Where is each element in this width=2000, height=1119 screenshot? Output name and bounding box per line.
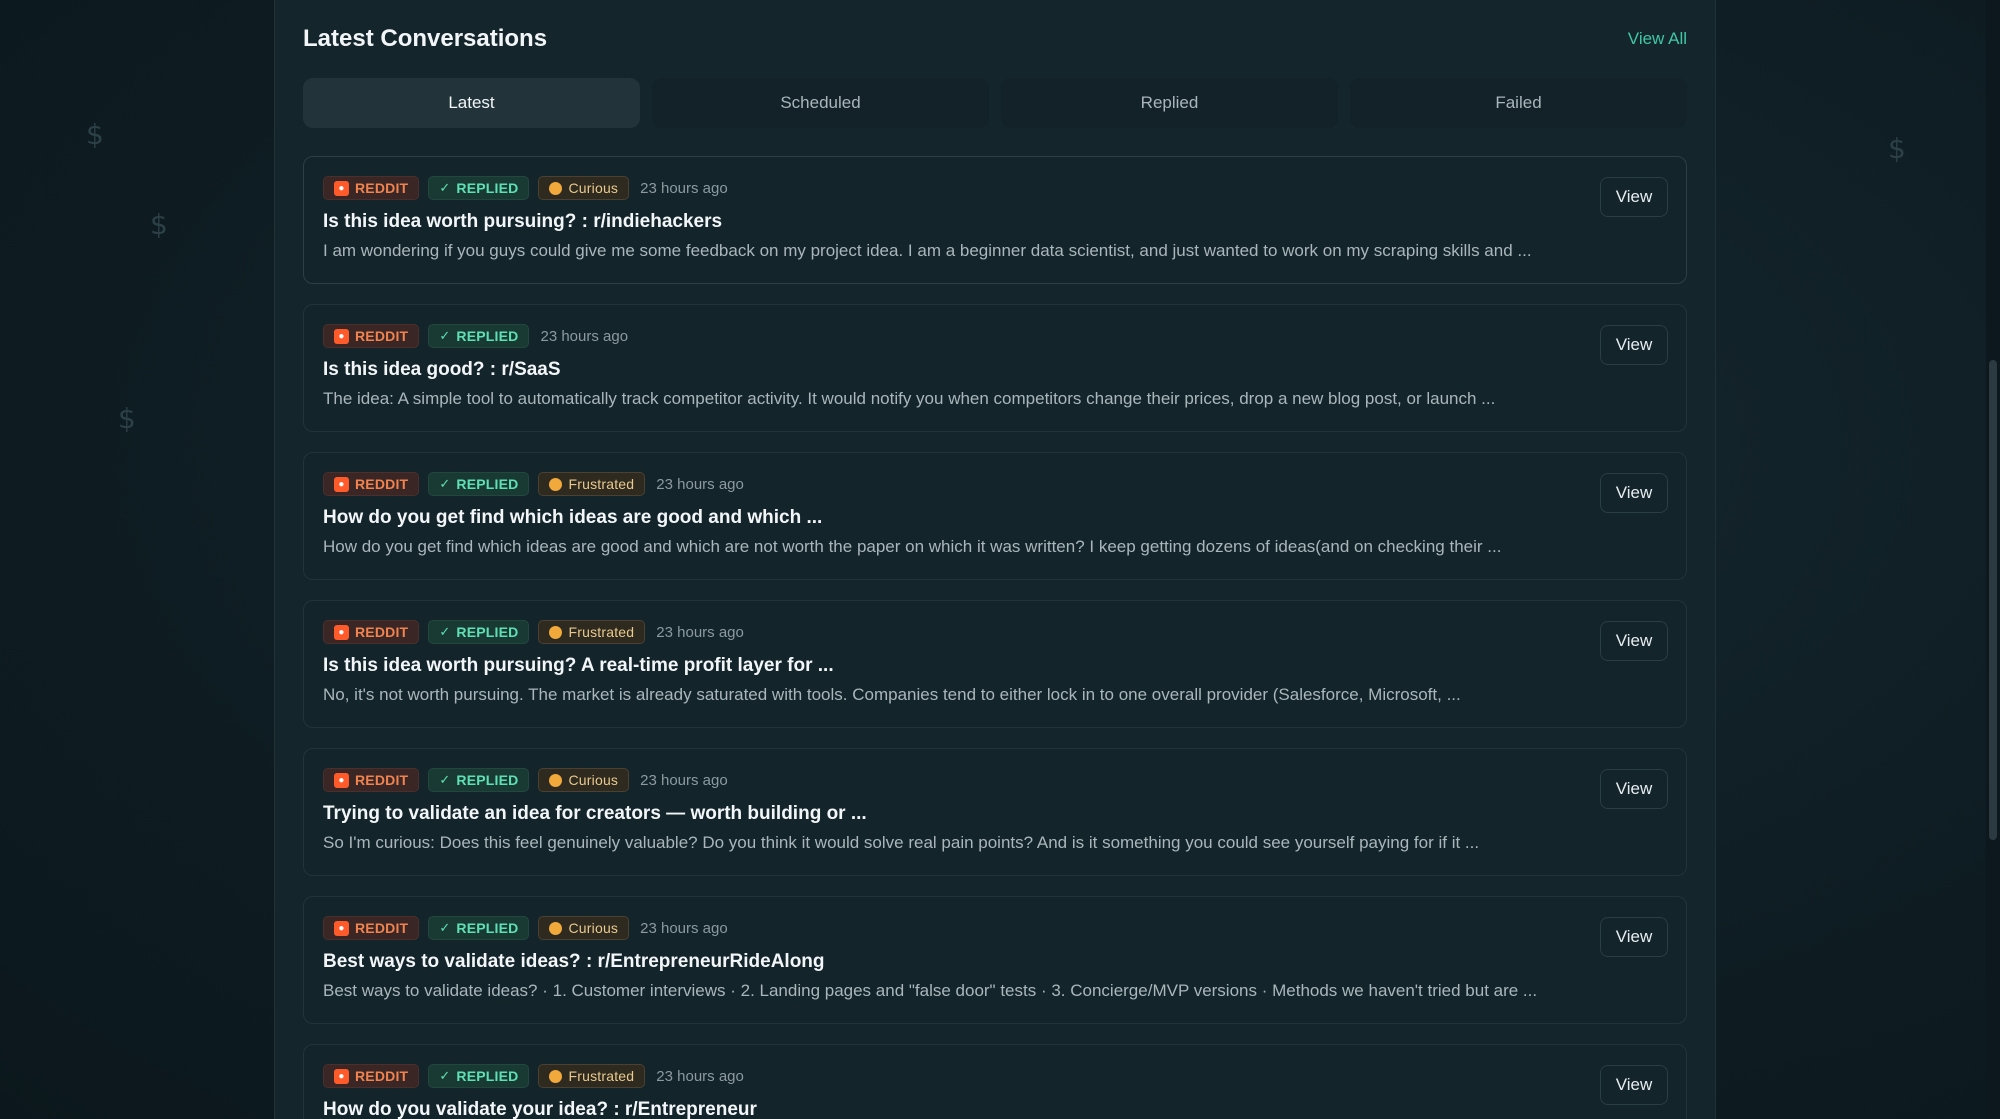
tag-row: ● REDDIT ✓ REPLIED Frustrated 23 hours a… bbox=[323, 619, 1667, 645]
tag-row: ● REDDIT ✓ REPLIED Frustrated 23 hours a… bbox=[323, 471, 1667, 497]
source-badge: ● REDDIT bbox=[323, 768, 420, 792]
timestamp: 23 hours ago bbox=[540, 327, 629, 345]
tag-row: ● REDDIT ✓ REPLIED Frustrated 23 hours a… bbox=[323, 1063, 1667, 1089]
status-badge: ✓ REPLIED bbox=[428, 472, 530, 496]
tab-bar: Latest Scheduled Replied Failed bbox=[303, 78, 1687, 128]
view-button[interactable]: View bbox=[1600, 1065, 1668, 1105]
emotion-badge: Frustrated bbox=[538, 1064, 646, 1088]
conversation-card[interactable]: ● REDDIT ✓ REPLIED 23 hours ago Is this … bbox=[303, 304, 1687, 432]
emotion-badge: Frustrated bbox=[538, 620, 646, 644]
conversation-excerpt: Best ways to validate ideas? · 1. Custom… bbox=[323, 981, 1538, 1000]
reddit-icon: ● bbox=[334, 772, 349, 788]
conversation-card[interactable]: ● REDDIT ✓ REPLIED Frustrated 23 hours a… bbox=[303, 600, 1687, 728]
conversation-card[interactable]: ● REDDIT ✓ REPLIED Curious 23 hours ago … bbox=[303, 748, 1687, 876]
check-icon: ✓ bbox=[439, 772, 451, 787]
source-badge: ● REDDIT bbox=[323, 472, 420, 496]
check-icon: ✓ bbox=[439, 624, 451, 639]
check-icon: ✓ bbox=[439, 920, 451, 935]
view-button[interactable]: View bbox=[1600, 177, 1668, 217]
panel-header: Latest Conversations View All bbox=[303, 0, 1687, 78]
emotion-badge: Frustrated bbox=[538, 472, 646, 496]
conversation-card[interactable]: ● REDDIT ✓ REPLIED Frustrated 23 hours a… bbox=[303, 452, 1687, 580]
conversation-title[interactable]: Trying to validate an idea for creators … bbox=[323, 803, 1667, 825]
timestamp: 23 hours ago bbox=[656, 623, 744, 641]
conversation-excerpt: No, it's not worth pursuing. The market … bbox=[323, 685, 1461, 704]
tab-failed[interactable]: Failed bbox=[1350, 78, 1687, 128]
conversation-title[interactable]: Is this idea good? : r/SaaS bbox=[323, 359, 1667, 381]
emotion-icon bbox=[549, 181, 563, 195]
emotion-badge: Curious bbox=[538, 916, 630, 940]
dollar-icon: $ bbox=[1888, 132, 1906, 165]
conversation-excerpt: I am wondering if you guys could give me… bbox=[323, 241, 1532, 260]
scrollbar[interactable] bbox=[1986, 0, 2000, 1119]
scrollbar-thumb[interactable] bbox=[1989, 360, 1997, 840]
conversation-title[interactable]: Is this idea worth pursuing? A real-time… bbox=[323, 655, 1667, 677]
timestamp: 23 hours ago bbox=[656, 475, 744, 493]
status-badge: ✓ REPLIED bbox=[428, 176, 530, 200]
status-badge: ✓ REPLIED bbox=[428, 768, 530, 792]
view-button[interactable]: View bbox=[1600, 917, 1668, 957]
reddit-icon: ● bbox=[334, 328, 349, 344]
view-button[interactable]: View bbox=[1600, 621, 1668, 661]
dollar-icon: $ bbox=[118, 402, 136, 435]
reddit-icon: ● bbox=[334, 476, 349, 492]
status-badge: ✓ REPLIED bbox=[428, 916, 530, 940]
emotion-icon bbox=[549, 1069, 563, 1083]
emotion-badge: Curious bbox=[538, 768, 630, 792]
tab-replied[interactable]: Replied bbox=[1001, 78, 1338, 128]
reddit-icon: ● bbox=[334, 180, 349, 196]
reddit-icon: ● bbox=[334, 1068, 349, 1084]
conversation-card[interactable]: ● REDDIT ✓ REPLIED Frustrated 23 hours a… bbox=[303, 1044, 1687, 1119]
conversation-excerpt: The idea: A simple tool to automatically… bbox=[323, 389, 1496, 408]
reddit-icon: ● bbox=[334, 920, 349, 936]
emotion-badge: Curious bbox=[538, 176, 630, 200]
check-icon: ✓ bbox=[439, 328, 451, 343]
timestamp: 23 hours ago bbox=[656, 1067, 744, 1085]
tab-scheduled[interactable]: Scheduled bbox=[652, 78, 989, 128]
emotion-icon bbox=[549, 625, 563, 639]
check-icon: ✓ bbox=[439, 180, 451, 195]
timestamp: 23 hours ago bbox=[640, 179, 728, 197]
view-button[interactable]: View bbox=[1600, 769, 1668, 809]
timestamp: 23 hours ago bbox=[640, 919, 728, 937]
tag-row: ● REDDIT ✓ REPLIED Curious 23 hours ago bbox=[323, 175, 1667, 201]
tag-row: ● REDDIT ✓ REPLIED 23 hours ago bbox=[323, 323, 1667, 349]
reddit-icon: ● bbox=[334, 624, 349, 640]
source-badge: ● REDDIT bbox=[323, 620, 420, 644]
source-badge: ● REDDIT bbox=[323, 916, 420, 940]
conversation-excerpt: So I'm curious: Does this feel genuinely… bbox=[323, 833, 1480, 852]
tag-row: ● REDDIT ✓ REPLIED Curious 23 hours ago bbox=[323, 915, 1667, 941]
timestamp: 23 hours ago bbox=[640, 771, 728, 789]
check-icon: ✓ bbox=[439, 476, 451, 491]
emotion-icon bbox=[549, 921, 563, 935]
view-button[interactable]: View bbox=[1600, 325, 1668, 365]
status-badge: ✓ REPLIED bbox=[428, 324, 530, 348]
emotion-icon bbox=[549, 477, 563, 491]
conversation-card[interactable]: ● REDDIT ✓ REPLIED Curious 23 hours ago … bbox=[303, 896, 1687, 1024]
source-badge: ● REDDIT bbox=[323, 1064, 420, 1088]
conversation-card[interactable]: ● REDDIT ✓ REPLIED Curious 23 hours ago … bbox=[303, 156, 1687, 284]
conversation-list: ● REDDIT ✓ REPLIED Curious 23 hours ago … bbox=[303, 156, 1687, 1119]
conversation-title[interactable]: How do you get find which ideas are good… bbox=[323, 507, 1667, 529]
conversation-excerpt: How do you get find which ideas are good… bbox=[323, 537, 1502, 556]
view-all-link[interactable]: View All bbox=[1628, 29, 1687, 49]
check-icon: ✓ bbox=[439, 1068, 451, 1083]
conversations-panel: Latest Conversations View All Latest Sch… bbox=[274, 0, 1716, 1119]
view-button[interactable]: View bbox=[1600, 473, 1668, 513]
status-badge: ✓ REPLIED bbox=[428, 620, 530, 644]
tab-latest[interactable]: Latest bbox=[303, 78, 640, 128]
dollar-icon: $ bbox=[86, 118, 104, 151]
tag-row: ● REDDIT ✓ REPLIED Curious 23 hours ago bbox=[323, 767, 1667, 793]
dollar-icon: $ bbox=[150, 208, 168, 241]
conversation-title[interactable]: How do you validate your idea? : r/Entre… bbox=[323, 1099, 1667, 1119]
source-badge: ● REDDIT bbox=[323, 176, 420, 200]
page-title: Latest Conversations bbox=[303, 25, 548, 52]
conversation-title[interactable]: Is this idea worth pursuing? : r/indieha… bbox=[323, 211, 1667, 233]
source-badge: ● REDDIT bbox=[323, 324, 420, 348]
emotion-icon bbox=[549, 773, 563, 787]
status-badge: ✓ REPLIED bbox=[428, 1064, 530, 1088]
conversation-title[interactable]: Best ways to validate ideas? : r/Entrepr… bbox=[323, 951, 1667, 973]
